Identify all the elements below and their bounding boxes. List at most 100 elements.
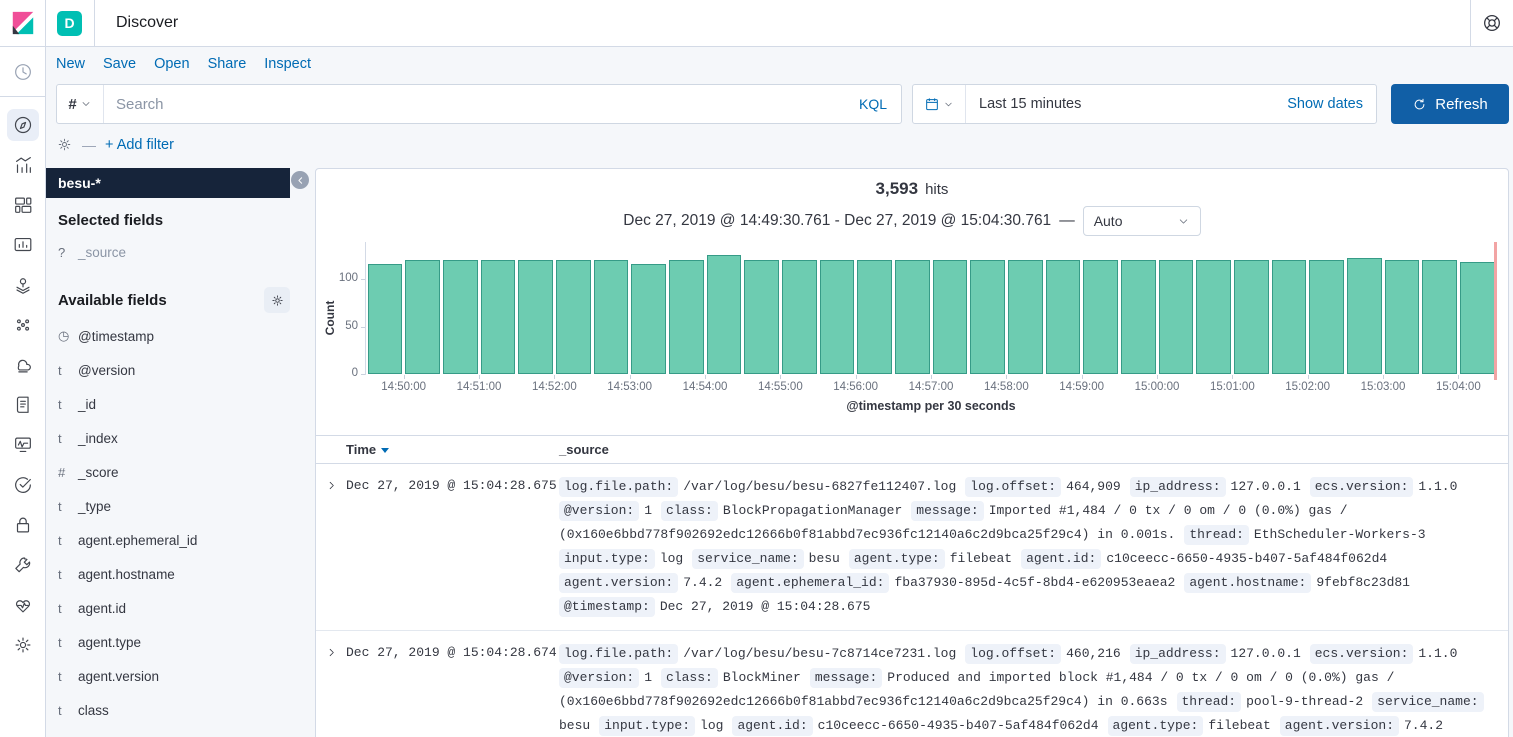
field-value: 7.4.2 xyxy=(1404,718,1443,733)
histogram-bar-14:56:30[interactable] xyxy=(895,260,930,374)
histogram-bar-14:57:30[interactable] xyxy=(970,260,1005,374)
nav-management[interactable] xyxy=(0,625,45,665)
filter-settings-icon[interactable] xyxy=(56,136,73,153)
nav-stack-monitoring[interactable] xyxy=(0,585,45,625)
histogram-bar-15:00:30[interactable] xyxy=(1196,260,1231,374)
histogram-bar-14:56:00[interactable] xyxy=(857,260,892,374)
histogram-bar-14:58:00[interactable] xyxy=(1008,260,1043,374)
fields-sidebar: besu-* Selected fields ?_source Availabl… xyxy=(45,168,303,737)
histogram-bar-14:59:00[interactable] xyxy=(1083,260,1118,374)
nav-maps[interactable] xyxy=(0,265,45,305)
histogram-bar-14:49:30[interactable] xyxy=(368,264,403,374)
toolbar-link-share[interactable]: Share xyxy=(208,56,247,72)
sidebar-collapse-button[interactable] xyxy=(291,171,309,189)
field-value: c10ceecc-6650-4935-b407-5af484f062d4 xyxy=(1106,551,1387,566)
histogram-bar-15:00:00[interactable] xyxy=(1159,260,1194,374)
saved-query-menu-button[interactable]: # xyxy=(57,85,104,123)
field-item-_source[interactable]: ?_source xyxy=(45,235,303,269)
histogram-bar-15:02:00[interactable] xyxy=(1309,260,1344,374)
nav-apm[interactable] xyxy=(0,425,45,465)
siem-icon xyxy=(7,509,39,541)
recent-icon[interactable] xyxy=(0,47,45,97)
field-item-class[interactable]: tclass xyxy=(45,693,303,727)
field-item-_index[interactable]: t_index xyxy=(45,421,303,455)
histogram-bar-15:04:00[interactable] xyxy=(1460,262,1495,374)
x-tick-label: 15:03:00 xyxy=(1361,381,1406,393)
index-pattern-selector[interactable]: besu-* xyxy=(45,168,290,198)
field-item-_id[interactable]: t_id xyxy=(45,387,303,421)
x-tick-mark xyxy=(1006,375,1007,379)
field-item-agent.type[interactable]: tagent.type xyxy=(45,625,303,659)
histogram-bar-14:54:00[interactable] xyxy=(707,255,742,374)
help-icon[interactable] xyxy=(1470,0,1513,46)
y-tick-mark xyxy=(361,374,365,375)
field-type-icon: t xyxy=(58,567,75,582)
refresh-icon xyxy=(1412,97,1427,112)
histogram-bar-14:53:30[interactable] xyxy=(669,260,704,374)
histogram-interval-select[interactable]: Auto xyxy=(1083,206,1201,236)
quick-select-menu-button[interactable] xyxy=(913,85,966,123)
histogram-bar-14:53:00[interactable] xyxy=(631,264,666,374)
histogram-bar-14:55:30[interactable] xyxy=(820,260,855,374)
histogram-bar-15:02:30[interactable] xyxy=(1347,258,1382,374)
field-item-agent.hostname[interactable]: tagent.hostname xyxy=(45,557,303,591)
field-key-badge: message: xyxy=(911,501,983,521)
show-dates-button[interactable]: Show dates xyxy=(1274,96,1376,112)
histogram-bar-14:58:30[interactable] xyxy=(1046,260,1081,374)
nav-discover[interactable] xyxy=(0,105,45,145)
field-settings-icon[interactable] xyxy=(264,287,290,313)
expand-row-icon[interactable] xyxy=(316,642,346,737)
histogram-bar-14:51:00[interactable] xyxy=(481,260,516,374)
toolbar-link-save[interactable]: Save xyxy=(103,56,136,72)
field-item-@timestamp[interactable]: ◷@timestamp xyxy=(45,319,303,353)
add-filter-button[interactable]: + Add filter xyxy=(105,137,174,153)
histogram-bar-15:01:00[interactable] xyxy=(1234,260,1269,374)
histogram-bar-14:50:30[interactable] xyxy=(443,260,478,374)
nav-dev-tools[interactable] xyxy=(0,545,45,585)
kql-syntax-button[interactable]: KQL xyxy=(845,96,901,112)
histogram-bar-14:59:30[interactable] xyxy=(1121,260,1156,374)
toolbar-link-open[interactable]: Open xyxy=(154,56,189,72)
field-item-container[interactable]: tcontainer xyxy=(45,727,303,737)
field-item-agent.version[interactable]: tagent.version xyxy=(45,659,303,693)
field-item-agent.id[interactable]: tagent.id xyxy=(45,591,303,625)
histogram-bar-15:01:30[interactable] xyxy=(1272,260,1307,374)
nav-metrics[interactable] xyxy=(0,345,45,385)
histogram-bar-14:57:00[interactable] xyxy=(933,260,968,374)
field-item-@version[interactable]: t@version xyxy=(45,353,303,387)
nav-visualize[interactable] xyxy=(0,145,45,185)
nav-dashboard[interactable] xyxy=(0,185,45,225)
nav-machine-learning[interactable] xyxy=(0,305,45,345)
kibana-logo[interactable] xyxy=(0,0,45,47)
hash-icon: # xyxy=(68,96,76,113)
nav-uptime[interactable] xyxy=(0,465,45,505)
field-item-_type[interactable]: t_type xyxy=(45,489,303,523)
search-input[interactable] xyxy=(104,96,845,113)
histogram-bar-15:03:00[interactable] xyxy=(1385,260,1420,374)
app-badge[interactable]: D xyxy=(57,11,82,36)
maps-icon xyxy=(7,269,39,301)
histogram-bar-14:51:30[interactable] xyxy=(518,260,553,374)
dev-tools-icon xyxy=(7,549,39,581)
histogram-bar-14:52:30[interactable] xyxy=(594,260,629,374)
time-column-label: Time xyxy=(346,442,376,457)
toolbar-link-new[interactable]: New xyxy=(56,56,85,72)
toolbar-link-inspect[interactable]: Inspect xyxy=(264,56,311,72)
nav-logs[interactable] xyxy=(0,385,45,425)
refresh-button[interactable]: Refresh xyxy=(1391,84,1509,124)
y-tick-label: 50 xyxy=(324,320,358,332)
histogram-bar-14:52:00[interactable] xyxy=(556,260,591,374)
expand-row-icon[interactable] xyxy=(316,475,346,619)
time-range-value[interactable]: Last 15 minutes xyxy=(966,96,1274,112)
histogram-bar-14:55:00[interactable] xyxy=(782,260,817,374)
histogram-bar-14:50:00[interactable] xyxy=(405,260,440,374)
field-item-_score[interactable]: #_score xyxy=(45,455,303,489)
field-name: @version xyxy=(78,363,135,378)
histogram-bar-15:03:30[interactable] xyxy=(1422,260,1457,374)
nav-canvas[interactable] xyxy=(0,225,45,265)
histogram-bar-14:54:30[interactable] xyxy=(744,260,779,374)
nav-siem[interactable] xyxy=(0,505,45,545)
column-header-time[interactable]: Time xyxy=(346,442,559,457)
field-value: filebeat xyxy=(950,551,1012,566)
field-item-agent.ephemeral_id[interactable]: tagent.ephemeral_id xyxy=(45,523,303,557)
